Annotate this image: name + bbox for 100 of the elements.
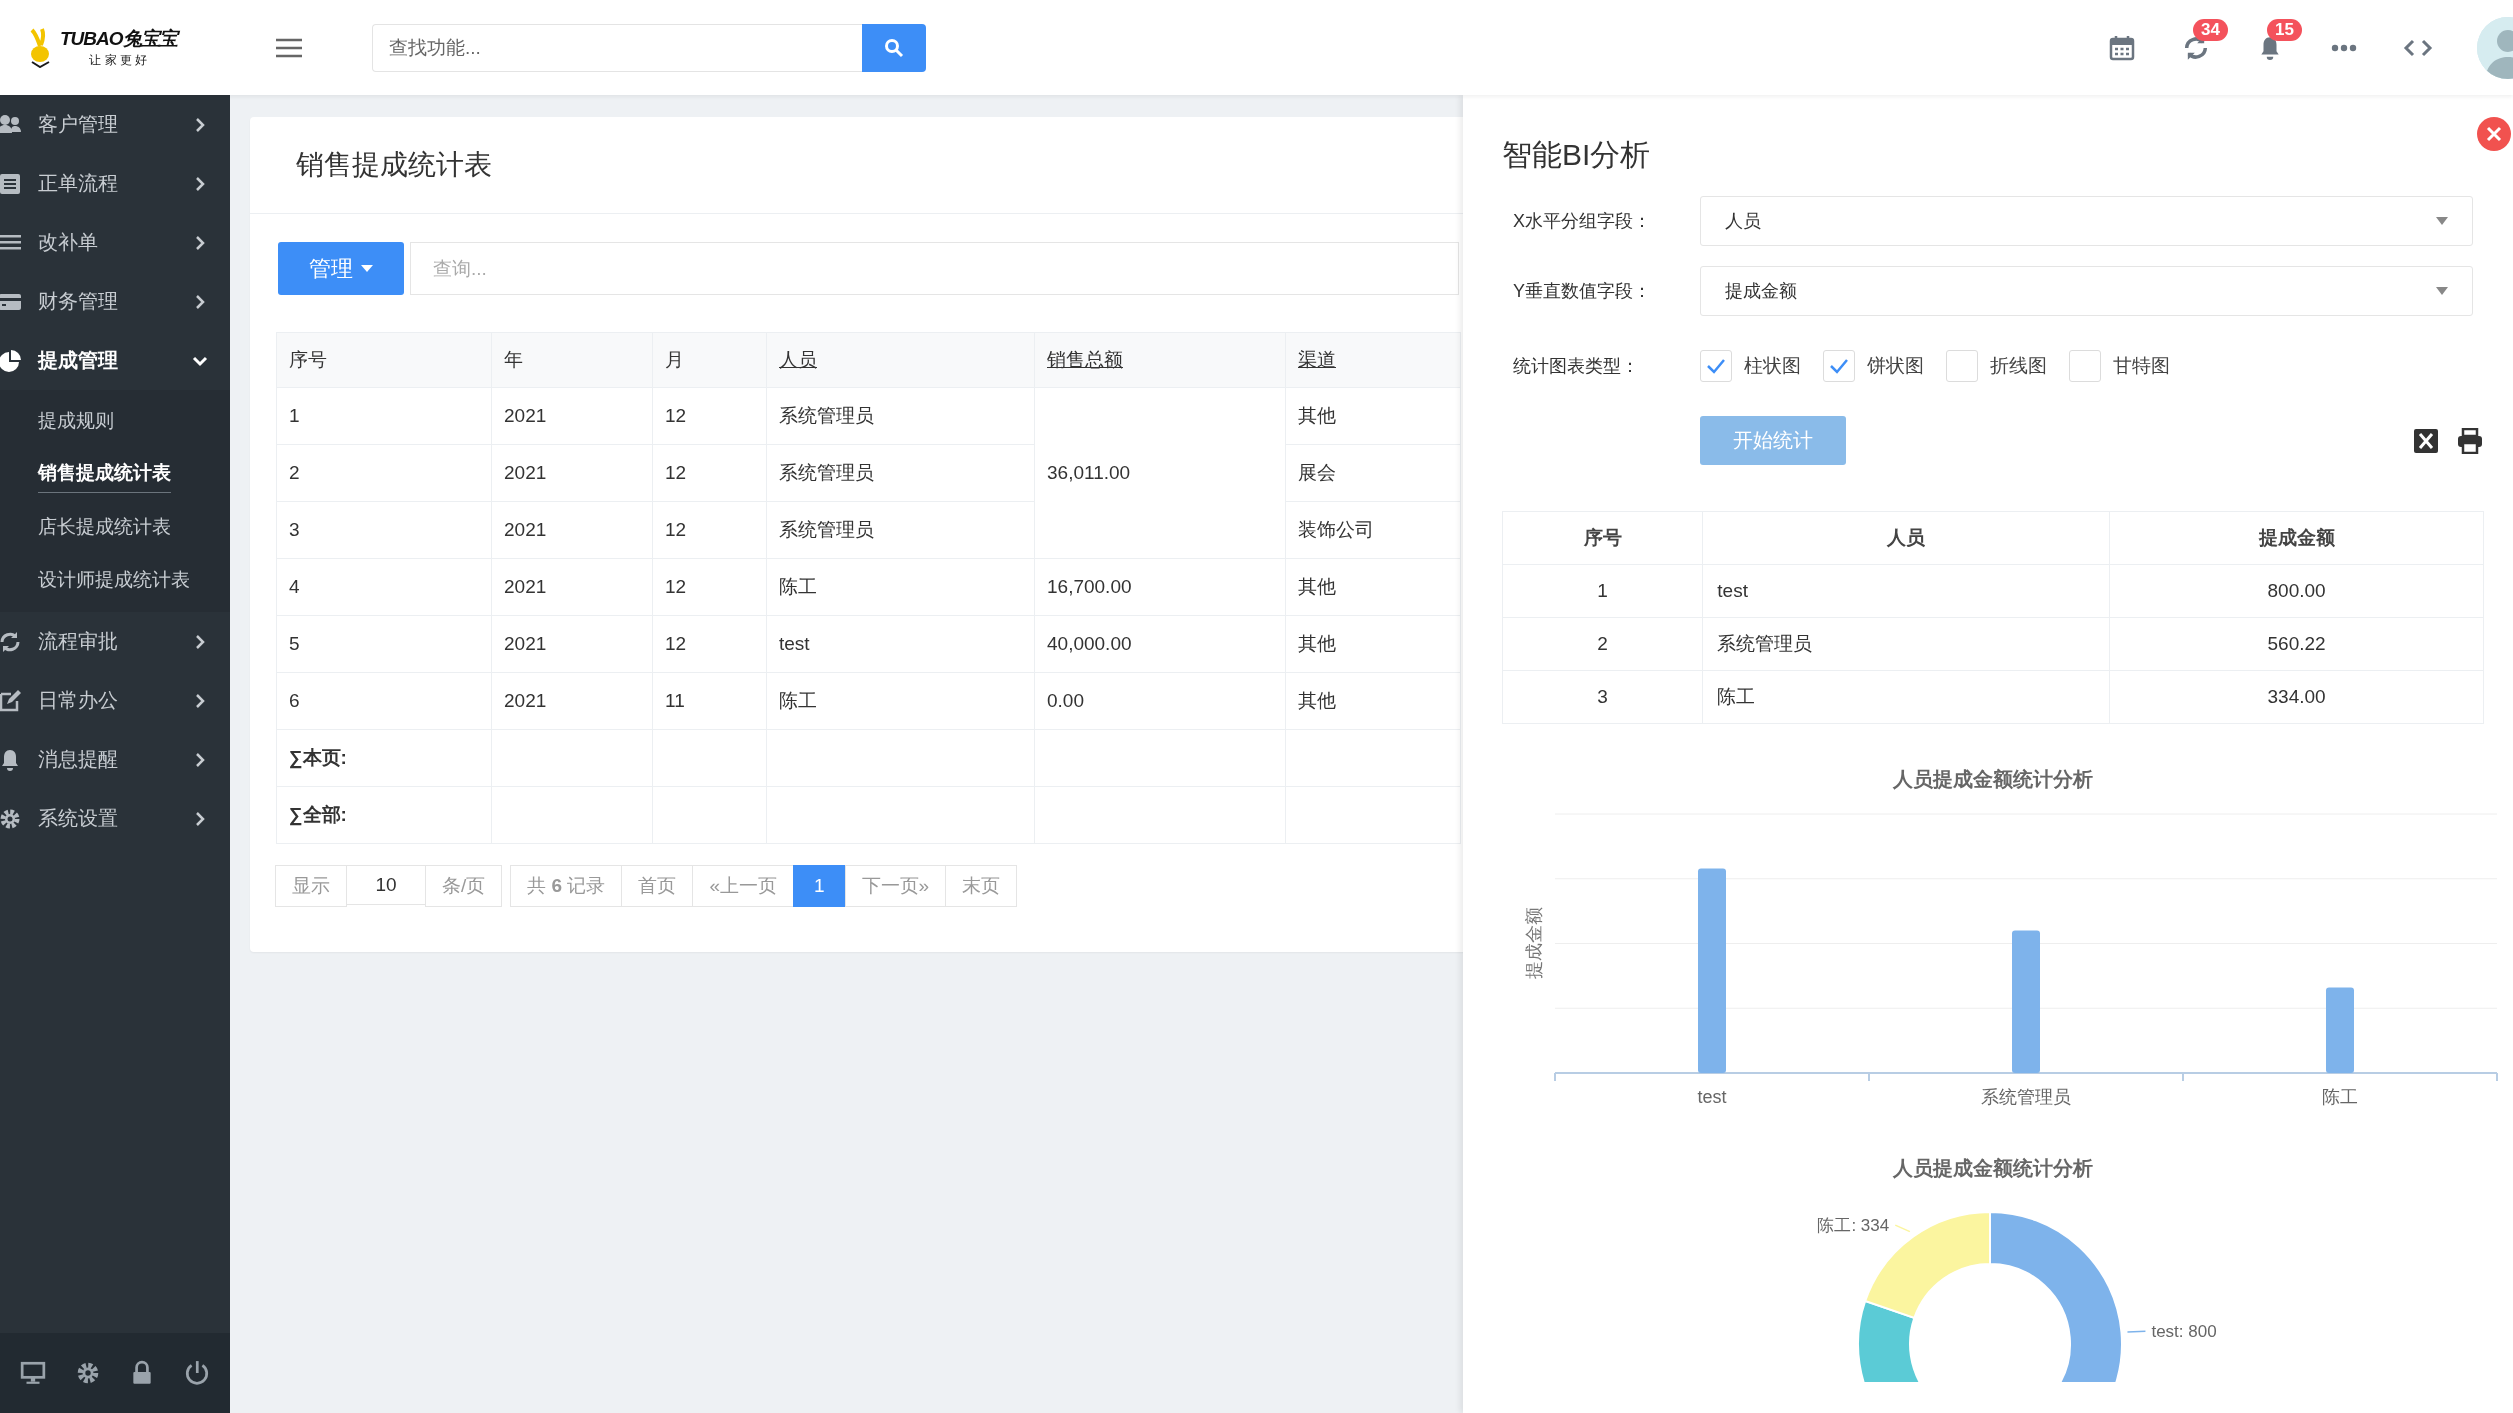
column-header: 序号: [276, 332, 492, 388]
column-header: 提成金额: [2109, 511, 2484, 565]
slogan: 让 家 更 好: [89, 52, 148, 69]
table-cell: 其他: [1285, 558, 1461, 616]
search-icon: [884, 37, 904, 58]
table-cell: 2021: [491, 558, 653, 616]
print-icon[interactable]: [2457, 427, 2483, 454]
close-button[interactable]: [2477, 117, 2511, 151]
table-cell: 3: [276, 501, 492, 559]
select-field[interactable]: 提成金额: [1700, 266, 2473, 316]
column-header[interactable]: 渠道: [1285, 332, 1461, 388]
caret-icon: [2436, 217, 2448, 225]
panel-title: 智能BI分析: [1502, 138, 1651, 171]
table-cell: 12: [652, 444, 767, 502]
page-size-field[interactable]: 10: [346, 865, 426, 905]
table-cell: 陈工: [766, 558, 1035, 616]
sidebar-item[interactable]: 提成管理: [0, 331, 230, 390]
table-cell: 2021: [491, 444, 653, 502]
checkbox[interactable]: [1823, 350, 1855, 382]
submenu-item[interactable]: 提成规则: [38, 401, 114, 440]
query-field[interactable]: 查询...: [410, 242, 1459, 295]
calendar-icon[interactable]: [2109, 34, 2135, 61]
table-cell: 2: [276, 444, 492, 502]
table-cell: 其他: [1285, 615, 1461, 673]
checkbox[interactable]: [1946, 350, 1978, 382]
sidebar-item[interactable]: 日常办公: [0, 671, 230, 730]
table-cell: test: [766, 615, 1035, 673]
submenu-item[interactable]: 设计师提成统计表: [38, 560, 190, 599]
field-label: X水平分组字段：: [1512, 210, 1652, 233]
power-icon[interactable]: [183, 1360, 210, 1386]
checkbox[interactable]: [1700, 350, 1732, 382]
table-cell: 陈工: [766, 672, 1035, 730]
leader-line: [2126, 1330, 2147, 1333]
column-header[interactable]: 销售总额: [1034, 332, 1286, 388]
caret-icon: [361, 265, 373, 272]
chart-title: 人员提成金额统计分析: [1892, 1157, 2093, 1179]
table-cell: test: [1702, 564, 2110, 618]
table-cell: 系统管理员: [1702, 617, 2110, 671]
checkbox-label: 饼状图: [1867, 354, 1924, 378]
table-cell: 5: [276, 615, 492, 673]
checkmark-icon: [1706, 358, 1726, 374]
monitor-icon[interactable]: [20, 1360, 47, 1386]
table-cell: 12: [652, 558, 767, 616]
table-cell: 3: [1502, 670, 1703, 724]
data-label: 陈工: 334: [1817, 1216, 1890, 1236]
table-cell: 2021: [491, 615, 653, 673]
table-cell: 系统管理员: [766, 387, 1035, 445]
sidebar-item[interactable]: 改补单: [0, 213, 230, 272]
table-cell: 2: [1502, 617, 1703, 671]
notification-badge: 34: [2193, 18, 2228, 41]
sidebar-item[interactable]: 流程审批: [0, 612, 230, 671]
submenu-item[interactable]: 销售提成统计表: [38, 454, 171, 493]
search-field[interactable]: 查找功能...: [372, 23, 862, 72]
checkbox-label: 柱状图: [1744, 354, 1801, 378]
table-cell: 2021: [491, 672, 653, 730]
table-cell: 0.00: [1034, 672, 1286, 730]
select-field[interactable]: 人员: [1700, 196, 2473, 246]
table-cell: 2021: [491, 387, 653, 445]
column-header: 人员: [1702, 511, 2110, 565]
axis-tick-label: 系统管理员: [1981, 1087, 2071, 1107]
chart-title: 人员提成金额统计分析: [1892, 768, 2093, 790]
per-page-label: 条/页: [425, 865, 503, 907]
sidebar-item[interactable]: 系统设置: [0, 789, 230, 848]
more-icon[interactable]: [2331, 43, 2357, 52]
table-cell: 展会: [1285, 444, 1461, 502]
checkbox[interactable]: [2069, 350, 2101, 382]
table-cell: 其他: [1285, 672, 1461, 730]
notification-badge: 15: [2267, 18, 2302, 41]
menu-item-icon: [0, 688, 22, 713]
code-icon[interactable]: [2403, 38, 2433, 57]
record-count: 共 6 记录: [527, 874, 606, 898]
table-cell: 2021: [491, 501, 653, 559]
sidebar-item[interactable]: 客户管理: [0, 95, 230, 154]
search-button[interactable]: [862, 23, 926, 72]
column-header: 月: [652, 332, 767, 388]
summary-label: ∑本页:: [276, 729, 492, 787]
menu-item-icon: [0, 348, 22, 373]
table-cell: 4: [276, 558, 492, 616]
excel-icon[interactable]: [2413, 427, 2439, 454]
checkmark-icon: [1829, 358, 1849, 374]
column-header: 年: [491, 332, 653, 388]
leader-line: [1894, 1224, 1911, 1233]
page-title: 销售提成统计表: [296, 148, 492, 182]
column-header[interactable]: 人员: [766, 332, 1035, 388]
table-cell: 1: [1502, 564, 1703, 618]
show-label: 显示: [275, 865, 347, 907]
sidebar-item[interactable]: 财务管理: [0, 272, 230, 331]
checkbox-label: 甘特图: [2113, 354, 2170, 378]
table-cell: 6: [276, 672, 492, 730]
table-cell: 36,011.00: [1034, 387, 1286, 559]
table-cell: 陈工: [1702, 670, 2110, 724]
table-cell: 12: [652, 387, 767, 445]
sidebar-item[interactable]: 消息提醒: [0, 730, 230, 789]
table-cell: 40,000.00: [1034, 615, 1286, 673]
table-cell: 其他: [1285, 387, 1461, 445]
table-cell: 12: [652, 615, 767, 673]
sidebar-item[interactable]: 正单流程: [0, 154, 230, 213]
submenu-item[interactable]: 店长提成统计表: [38, 507, 171, 546]
axis-tick-label: 陈工: [2322, 1087, 2358, 1107]
field-label: Y垂直数值字段：: [1512, 280, 1652, 303]
